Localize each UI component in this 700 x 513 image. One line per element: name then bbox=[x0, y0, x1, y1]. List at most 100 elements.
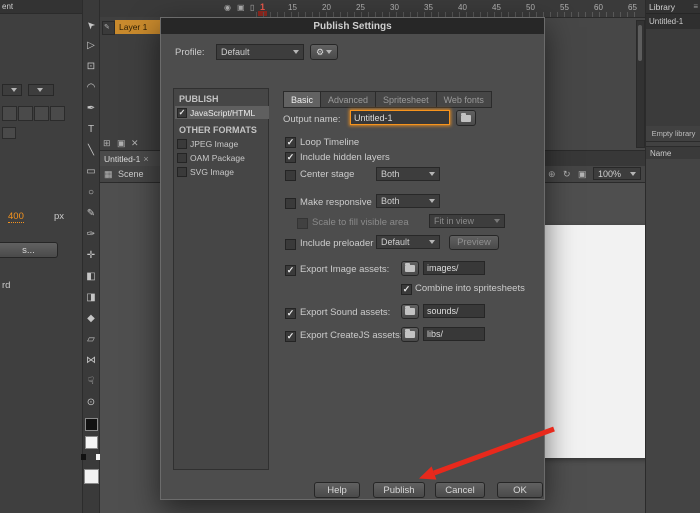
document-tab[interactable]: Untitled-1 × bbox=[100, 151, 163, 166]
panel-menu-icon[interactable]: ≡ bbox=[693, 2, 698, 11]
combine-spritesheets-checkbox[interactable]: ✓ bbox=[401, 284, 412, 295]
paint-bucket-tool-icon[interactable]: ◧ bbox=[82, 266, 100, 287]
pen-tool-icon[interactable]: ✒ bbox=[82, 98, 100, 119]
tab-advanced[interactable]: Advanced bbox=[321, 91, 376, 108]
format-checkbox[interactable] bbox=[177, 167, 187, 177]
lock-icon[interactable]: ▣ bbox=[237, 3, 245, 12]
export-image-checkbox[interactable]: ✓ bbox=[285, 265, 296, 276]
outline-icon[interactable]: ▯ bbox=[250, 3, 254, 12]
fill-color-swatch[interactable] bbox=[85, 436, 98, 449]
output-folder-button[interactable] bbox=[456, 110, 476, 126]
make-responsive-checkbox[interactable] bbox=[285, 198, 296, 209]
loop-timeline-checkbox[interactable]: ✓ bbox=[285, 137, 296, 148]
delete-layer-icon[interactable]: ✕ bbox=[131, 138, 139, 149]
preview-button[interactable]: Preview bbox=[449, 235, 499, 250]
ruler-number: 50 bbox=[526, 3, 535, 12]
include-preloader-dropdown[interactable]: Default bbox=[376, 235, 440, 249]
subselection-tool-icon[interactable]: ▷ bbox=[82, 35, 100, 56]
format-label: JPEG Image bbox=[190, 139, 238, 149]
property-control[interactable] bbox=[2, 106, 17, 121]
export-image-input[interactable] bbox=[423, 261, 485, 275]
format-checkbox-checked[interactable]: ✓ bbox=[177, 108, 187, 118]
tab-spritesheet[interactable]: Spritesheet bbox=[376, 91, 437, 108]
export-sound-folder-button[interactable] bbox=[401, 304, 419, 319]
ink-bottle-tool-icon[interactable]: ◨ bbox=[82, 287, 100, 308]
layer-icon-box[interactable]: ✎ bbox=[102, 21, 115, 35]
cancel-button[interactable]: Cancel bbox=[435, 482, 485, 498]
tab-web-fonts[interactable]: Web fonts bbox=[437, 91, 492, 108]
center-stage-dropdown[interactable]: Both bbox=[376, 167, 440, 181]
timeline-ruler[interactable]: ◉ ▣ ▯ 1 15 20 25 30 35 40 45 50 55 60 65 bbox=[100, 0, 700, 18]
format-item-javascript-html[interactable]: ✓ JavaScript/HTML bbox=[175, 106, 269, 119]
zoom-level-dropdown[interactable]: 100% bbox=[593, 167, 641, 180]
export-sound-checkbox[interactable]: ✓ bbox=[285, 308, 296, 319]
selection-tool-icon[interactable]: ➤ bbox=[82, 14, 100, 35]
brush-tool-icon[interactable]: ✑ bbox=[82, 224, 100, 245]
pencil-tool-icon[interactable]: ✎ bbox=[82, 203, 100, 224]
width-tool-icon[interactable]: ⋈ bbox=[82, 350, 100, 371]
property-control[interactable] bbox=[2, 127, 16, 139]
include-hidden-layers-checkbox[interactable]: ✓ bbox=[285, 152, 296, 163]
make-responsive-dropdown[interactable]: Both bbox=[376, 194, 440, 208]
rectangle-tool-icon[interactable]: ▭ bbox=[82, 161, 100, 182]
center-stage-checkbox[interactable] bbox=[285, 170, 296, 181]
free-transform-tool-icon[interactable]: ⊡ bbox=[82, 56, 100, 77]
eyedropper-tool-icon[interactable]: ◆ bbox=[82, 308, 100, 329]
bone-tool-icon[interactable]: ✛ bbox=[82, 245, 100, 266]
text-tool-icon[interactable]: T bbox=[82, 119, 100, 140]
include-preloader-checkbox[interactable] bbox=[285, 239, 296, 250]
format-checkbox[interactable] bbox=[177, 153, 187, 163]
dialog-title-bar[interactable]: Publish Settings bbox=[161, 18, 544, 34]
library-title-bar[interactable]: Library ≡ bbox=[646, 0, 700, 14]
export-sound-input[interactable] bbox=[423, 304, 485, 318]
profile-dropdown[interactable]: Default bbox=[216, 44, 304, 60]
eye-icon[interactable]: ◉ bbox=[224, 3, 231, 12]
export-createjs-folder-button[interactable] bbox=[401, 327, 419, 342]
export-createjs-input[interactable] bbox=[423, 327, 485, 341]
property-control[interactable] bbox=[18, 106, 33, 121]
format-item-jpeg[interactable]: JPEG Image bbox=[175, 139, 238, 149]
eraser-tool-icon[interactable]: ▱ bbox=[82, 329, 100, 350]
help-button[interactable]: Help bbox=[314, 482, 360, 498]
scene-label[interactable]: Scene bbox=[118, 169, 144, 179]
scrollbar-thumb[interactable] bbox=[638, 25, 642, 61]
output-name-input[interactable] bbox=[350, 110, 450, 125]
profile-options-button[interactable]: ⚙ bbox=[310, 44, 338, 60]
property-dropdown[interactable] bbox=[28, 84, 54, 96]
scale-fill-checkbox[interactable] bbox=[297, 218, 308, 229]
oval-tool-icon[interactable]: ○ bbox=[82, 182, 100, 203]
library-document-selector[interactable]: Untitled-1 bbox=[646, 14, 700, 30]
center-stage-label: Center stage bbox=[300, 169, 354, 180]
options-swatch[interactable] bbox=[84, 469, 99, 484]
default-colors-icon[interactable] bbox=[81, 454, 101, 460]
timeline-scrollbar[interactable] bbox=[636, 20, 645, 148]
close-icon[interactable]: × bbox=[143, 154, 148, 164]
zoom-tool-icon[interactable]: ⊙ bbox=[82, 392, 100, 413]
new-layer-icon[interactable]: ⊞ bbox=[103, 138, 111, 149]
property-control[interactable] bbox=[34, 106, 49, 121]
center-stage-icon[interactable]: ⊕ bbox=[548, 169, 556, 180]
property-control[interactable] bbox=[50, 106, 65, 121]
format-checkbox[interactable] bbox=[177, 139, 187, 149]
new-folder-icon[interactable]: ▣ bbox=[117, 138, 126, 149]
export-createjs-checkbox[interactable]: ✓ bbox=[285, 331, 296, 342]
lasso-tool-icon[interactable]: ◠ bbox=[82, 77, 100, 98]
rotate-view-icon[interactable]: ↻ bbox=[563, 169, 571, 180]
hand-tool-icon[interactable]: ☟ bbox=[82, 371, 100, 392]
line-tool-icon[interactable]: ╲ bbox=[82, 140, 100, 161]
layer-row[interactable]: Layer 1 bbox=[115, 20, 160, 34]
publish-button[interactable]: Publish bbox=[373, 482, 425, 498]
settings-button-fragment[interactable]: s... bbox=[0, 242, 58, 258]
clip-bounds-icon[interactable]: ▣ bbox=[578, 169, 587, 180]
loop-timeline-label: Loop Timeline bbox=[300, 137, 359, 148]
tab-basic[interactable]: Basic bbox=[283, 91, 321, 108]
format-item-svg[interactable]: SVG Image bbox=[175, 167, 234, 177]
ok-button[interactable]: OK bbox=[497, 482, 543, 498]
property-dropdown[interactable] bbox=[2, 84, 22, 96]
format-item-oam[interactable]: OAM Package bbox=[175, 153, 245, 163]
stroke-color-swatch[interactable] bbox=[85, 418, 98, 431]
export-image-folder-button[interactable] bbox=[401, 261, 419, 276]
scale-fill-dropdown[interactable]: Fit in view bbox=[429, 214, 505, 228]
library-item-list[interactable] bbox=[646, 159, 700, 513]
stage-width-value[interactable]: 400 bbox=[8, 211, 24, 223]
